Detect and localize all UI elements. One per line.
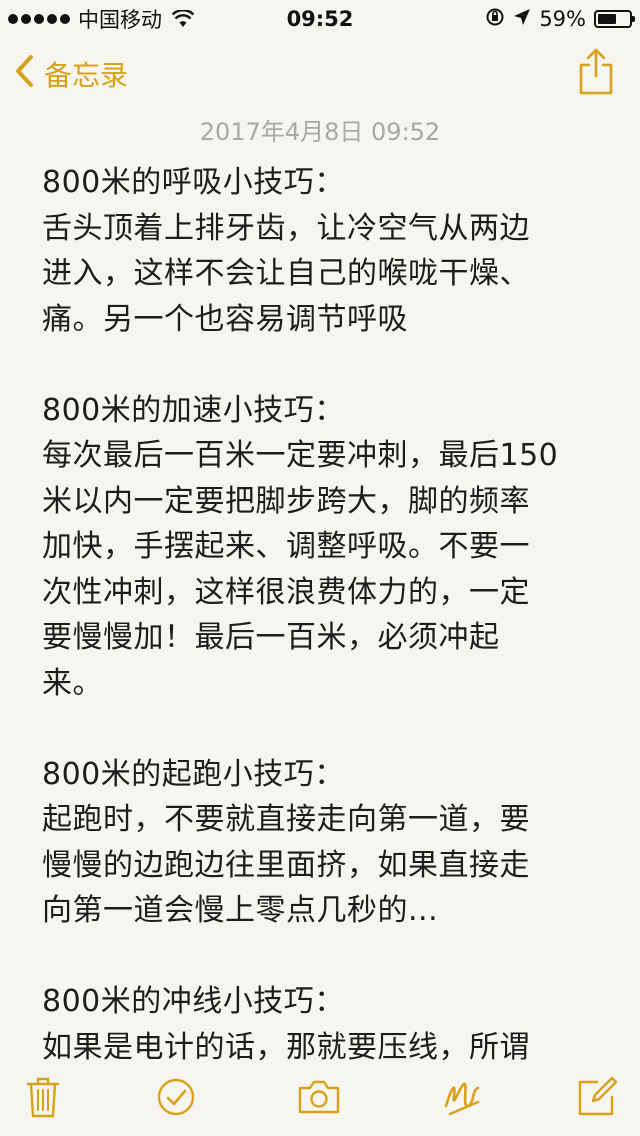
back-button[interactable]: 备忘录 (14, 54, 128, 94)
battery-level (598, 14, 616, 24)
checklist-icon (157, 1078, 195, 1116)
note-line: 向第一道会慢上零点几秒的... (42, 893, 439, 928)
navigation-bar: 备忘录 (0, 40, 640, 110)
camera-button[interactable] (296, 1074, 342, 1120)
note-blank-line (42, 706, 602, 752)
note-line: 次性冲刺，这样很浪费体力的，一定 (42, 574, 530, 610)
status-left: 中国移动 (8, 6, 194, 32)
status-right: 59% (485, 6, 635, 32)
note-line: 每次最后一百米一定要冲刺，最后150 (42, 438, 559, 473)
bottom-toolbar (0, 1060, 640, 1136)
location-icon (513, 7, 531, 31)
share-icon (579, 48, 613, 95)
note-blank-line (42, 342, 602, 388)
signal-strength-icon (8, 14, 70, 24)
note-line: 800米的起跑小技巧： (42, 756, 345, 792)
note-line: 800米的呼吸小技巧： (42, 165, 345, 200)
note-line: 米以内一定要把脚步跨大，脚的频率 (42, 483, 530, 519)
delete-button[interactable] (20, 1074, 66, 1120)
share-button[interactable] (576, 46, 616, 96)
battery-icon (594, 10, 635, 28)
sketch-button[interactable] (440, 1074, 486, 1120)
note-line: 进入，这样不会让自己的喉咙干燥、 (42, 256, 530, 291)
sketch-icon (444, 1082, 480, 1116)
note-line: 加快，手摆起来、调整呼吸。不要一 (42, 529, 530, 564)
orientation-lock-icon (485, 7, 505, 32)
wifi-icon (172, 10, 194, 28)
status-bar: 中国移动 09:52 59% (0, 0, 640, 40)
carrier-name: 中国移动 (78, 8, 162, 32)
trash-icon (26, 1077, 60, 1118)
back-button-label: 备忘录 (44, 59, 129, 92)
note-blank-line (42, 934, 602, 980)
compose-button[interactable] (574, 1074, 620, 1120)
note-date: 2017年4月8日 09:52 (199, 118, 441, 146)
note-line: 痛。另一个也容易调节呼吸 (42, 301, 408, 337)
note-line: 起跑时，不要就直接走向第一道，要 (42, 802, 530, 837)
compose-icon (578, 1076, 618, 1116)
camera-icon (298, 1080, 340, 1114)
checklist-button[interactable] (153, 1074, 199, 1120)
note-line: 800米的加速小技巧： (42, 392, 345, 428)
note-body[interactable]: 800米的呼吸小技巧： 舌头顶着上排牙齿，让冷空气从两边 进入，这样不会让自己的喉咙… (42, 160, 602, 1070)
note-line: 慢慢的边跑边往里面挤，如果直接走 (42, 847, 530, 883)
note-line: 要慢慢加！最后一百米，必须冲起 (42, 620, 500, 655)
note-line: 来。 (42, 665, 103, 701)
note-line: 800米的冲线小技巧： (42, 984, 345, 1019)
chevron-left-icon (14, 54, 34, 95)
note-line: 舌头顶着上排牙齿，让冷空气从两边 (42, 210, 530, 246)
battery-percent: 59% (539, 7, 586, 31)
